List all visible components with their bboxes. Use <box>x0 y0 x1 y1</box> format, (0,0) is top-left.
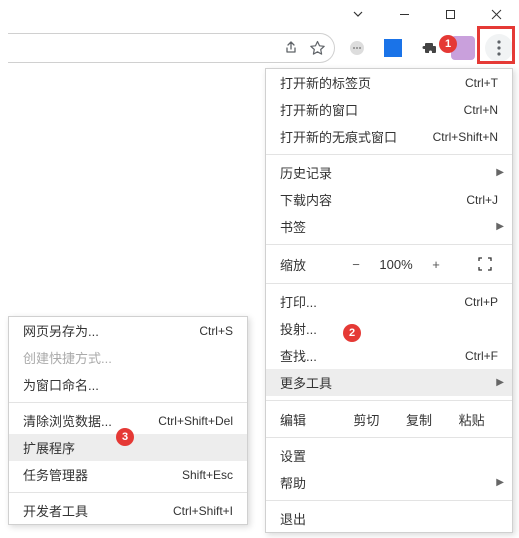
menu-label: 设置 <box>280 446 498 465</box>
menu-label: 帮助 <box>280 473 498 492</box>
submenu-shortcut: Shift+Esc <box>182 468 233 482</box>
menu-separator <box>266 283 512 284</box>
menu-separator <box>9 402 247 403</box>
share-icon[interactable] <box>283 40 299 56</box>
edit-label: 编辑 <box>280 410 340 429</box>
menu-label: 打开新的无痕式窗口 <box>280 127 433 146</box>
chevron-down-icon <box>352 8 364 20</box>
menu-history[interactable]: 历史记录 ▶ <box>266 159 512 186</box>
menu-label: 退出 <box>280 509 498 528</box>
annotation-badge-2: 2 <box>343 324 361 342</box>
submenu-label: 开发者工具 <box>23 501 173 520</box>
url-bar[interactable] <box>8 33 335 63</box>
menu-exit[interactable]: 退出 <box>266 505 512 532</box>
menu-label: 打开新的窗口 <box>280 100 464 119</box>
submenu-label: 任务管理器 <box>23 465 182 484</box>
menu-settings[interactable]: 设置 <box>266 442 512 469</box>
menu-edit: 编辑 剪切 复制 粘贴 <box>266 405 512 433</box>
menu-shortcut: Ctrl+T <box>465 76 498 90</box>
submenu-arrow-icon: ▶ <box>496 167 504 178</box>
annotation-highlight-box <box>477 26 515 64</box>
menu-label: 历史记录 <box>280 163 498 182</box>
menu-label: 下载内容 <box>280 190 466 209</box>
submenu-name-window[interactable]: 为窗口命名... <box>9 371 247 398</box>
menu-shortcut: Ctrl+J <box>466 193 498 207</box>
main-menu: 打开新的标签页 Ctrl+T 打开新的窗口 Ctrl+N 打开新的无痕式窗口 C… <box>265 68 513 533</box>
menu-label: 更多工具 <box>280 373 498 392</box>
menu-separator <box>266 400 512 401</box>
submenu-arrow-icon: ▶ <box>496 221 504 232</box>
submenu-save-as[interactable]: 网页另存为... Ctrl+S <box>9 317 247 344</box>
menu-label: 打开新的标签页 <box>280 73 465 92</box>
close-button[interactable] <box>473 0 519 28</box>
menu-print[interactable]: 打印... Ctrl+P <box>266 288 512 315</box>
submenu-create-shortcut: 创建快捷方式... <box>9 344 247 371</box>
menu-shortcut: Ctrl+P <box>464 295 498 309</box>
submenu-arrow-icon: ▶ <box>496 477 504 488</box>
chat-icon[interactable] <box>343 34 371 62</box>
more-tools-submenu: 网页另存为... Ctrl+S 创建快捷方式... 为窗口命名... 清除浏览数… <box>8 316 248 525</box>
menu-new-incognito[interactable]: 打开新的无痕式窗口 Ctrl+Shift+N <box>266 123 512 150</box>
menu-shortcut: Ctrl+N <box>464 103 498 117</box>
paste-button[interactable]: 粘贴 <box>445 410 498 429</box>
submenu-shortcut: Ctrl+Shift+I <box>173 504 233 518</box>
menu-separator <box>266 244 512 245</box>
blue-square-icon <box>384 39 402 57</box>
maximize-icon <box>445 9 456 20</box>
copy-button[interactable]: 复制 <box>393 410 446 429</box>
menu-label: 投射... <box>280 319 498 338</box>
maximize-button[interactable] <box>427 0 473 28</box>
menu-downloads[interactable]: 下载内容 Ctrl+J <box>266 186 512 213</box>
menu-find[interactable]: 查找... Ctrl+F <box>266 342 512 369</box>
menu-separator <box>9 492 247 493</box>
submenu-arrow-icon: ▶ <box>496 377 504 388</box>
menu-zoom: 缩放 − 100% + <box>266 249 512 279</box>
menu-shortcut: Ctrl+Shift+N <box>433 130 498 144</box>
zoom-in-button[interactable]: + <box>420 257 452 272</box>
fullscreen-icon <box>478 257 492 271</box>
submenu-task-manager[interactable]: 任务管理器 Shift+Esc <box>9 461 247 488</box>
submenu-label: 清除浏览数据... <box>23 411 158 430</box>
zoom-value: 100% <box>372 257 420 272</box>
submenu-shortcut: Ctrl+S <box>199 324 233 338</box>
menu-new-window[interactable]: 打开新的窗口 Ctrl+N <box>266 96 512 123</box>
menu-separator <box>266 500 512 501</box>
menu-more-tools[interactable]: 更多工具 ▶ <box>266 369 512 396</box>
tab-dropdown-button[interactable] <box>335 0 381 28</box>
minimize-button[interactable] <box>381 0 427 28</box>
close-icon <box>491 9 502 20</box>
menu-cast[interactable]: 投射... <box>266 315 512 342</box>
zoom-label: 缩放 <box>280 255 340 274</box>
submenu-label: 创建快捷方式... <box>23 348 233 367</box>
extensions-icon[interactable] <box>415 34 443 62</box>
annotation-badge-1: 1 <box>439 35 457 53</box>
menu-help[interactable]: 帮助 ▶ <box>266 469 512 496</box>
star-icon[interactable] <box>309 40 326 57</box>
submenu-dev-tools[interactable]: 开发者工具 Ctrl+Shift+I <box>9 497 247 524</box>
menu-separator <box>266 437 512 438</box>
menu-label: 书签 <box>280 217 498 236</box>
menu-label: 打印... <box>280 292 464 311</box>
menu-separator <box>266 154 512 155</box>
annotation-badge-3: 3 <box>116 428 134 446</box>
submenu-label: 为窗口命名... <box>23 375 233 394</box>
cut-button[interactable]: 剪切 <box>340 410 393 429</box>
menu-shortcut: Ctrl+F <box>465 349 498 363</box>
zoom-out-button[interactable]: − <box>340 257 372 272</box>
menu-label: 查找... <box>280 346 465 365</box>
window-controls <box>335 0 519 28</box>
submenu-label: 网页另存为... <box>23 321 199 340</box>
app-icon[interactable] <box>379 34 407 62</box>
menu-new-tab[interactable]: 打开新的标签页 Ctrl+T <box>266 69 512 96</box>
fullscreen-button[interactable] <box>472 254 498 274</box>
minimize-icon <box>399 9 410 20</box>
menu-bookmarks[interactable]: 书签 ▶ <box>266 213 512 240</box>
submenu-shortcut: Ctrl+Shift+Del <box>158 414 233 428</box>
